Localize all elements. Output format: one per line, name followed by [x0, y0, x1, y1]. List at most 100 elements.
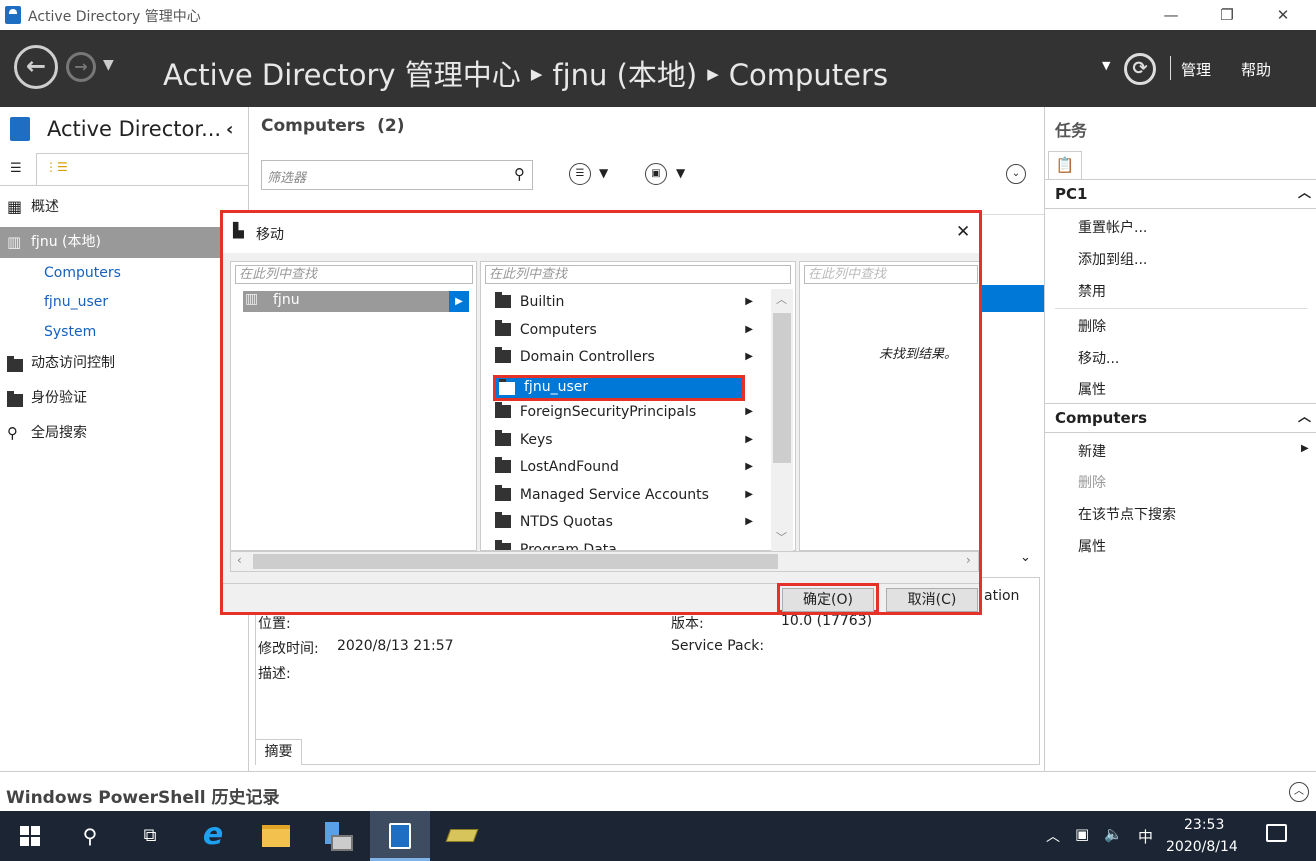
manage-menu[interactable]: 管理: [1181, 59, 1211, 80]
history-dropdown-icon[interactable]: ▼: [103, 57, 114, 73]
task-properties[interactable]: 属性: [1078, 379, 1106, 399]
minimize-button[interactable]: —: [1148, 0, 1194, 30]
task-view-icon[interactable]: ⧉: [120, 811, 180, 861]
refresh-icon[interactable]: ⟳: [1124, 53, 1156, 85]
task-move[interactable]: 移动...: [1078, 348, 1119, 368]
start-button[interactable]: [0, 811, 60, 861]
breadcrumb-domain[interactable]: fjnu (本地): [552, 58, 697, 92]
scroll-left-icon[interactable]: ‹: [237, 553, 242, 567]
nav-item-system[interactable]: System: [0, 317, 248, 347]
expand-arrow-icon[interactable]: ▶: [745, 317, 753, 343]
search-icon[interactable]: ⚲: [60, 811, 120, 861]
list-options-dropdown-icon[interactable]: ▼: [599, 166, 608, 180]
task-properties[interactable]: 属性: [1078, 536, 1106, 556]
notification-center-icon[interactable]: [1266, 824, 1287, 842]
scroll-right-icon[interactable]: ›: [966, 553, 971, 567]
folder-computers[interactable]: Computers ▶: [495, 317, 765, 343]
tree-view-tab[interactable]: ⋮☰: [36, 153, 248, 185]
column-1-item-fjnu[interactable]: ▥ fjnu ▶: [243, 291, 469, 312]
expand-arrow-icon[interactable]: ▶: [745, 509, 753, 535]
scroll-up-icon[interactable]: ︿: [776, 291, 787, 307]
scrollbar-thumb[interactable]: [773, 313, 791, 463]
expand-arrow-icon[interactable]: ▶: [745, 289, 753, 315]
task-search-under-node[interactable]: 在该节点下搜索: [1078, 504, 1176, 524]
dialog-horizontal-scrollbar[interactable]: ‹ ›: [230, 551, 979, 572]
expand-up-icon[interactable]: ︿: [1289, 782, 1309, 802]
close-button[interactable]: ✕: [1260, 0, 1306, 30]
column-3-search-input[interactable]: 在此列中查找: [804, 265, 978, 284]
section-pc1[interactable]: PC1 ︿: [1045, 179, 1316, 209]
details-collapse-icon[interactable]: ⌄: [1020, 550, 1031, 565]
column-1-search-input[interactable]: 在此列中查找: [235, 265, 473, 284]
folder-lost-and-found[interactable]: LostAndFound ▶: [495, 454, 765, 480]
nav-item-fjnu-user[interactable]: fjnu_user: [0, 287, 248, 317]
expand-arrow-icon[interactable]: ▶: [745, 427, 753, 453]
maximize-button[interactable]: ❐: [1204, 0, 1250, 30]
expand-arrow-icon[interactable]: ▶: [745, 399, 753, 425]
clipboard-icon[interactable]: 📋: [1048, 151, 1082, 179]
back-arrow-icon[interactable]: ←: [14, 45, 58, 89]
tab-summary[interactable]: 摘要: [255, 739, 302, 765]
nav-item-domain[interactable]: ▥ fjnu (本地): [0, 227, 248, 258]
cancel-button[interactable]: 取消(C): [886, 588, 978, 612]
list-view-icon[interactable]: ☰: [10, 161, 22, 176]
list-options-icon[interactable]: ☰: [569, 163, 591, 185]
expand-arrow-icon[interactable]: ▶: [745, 482, 753, 508]
search-icon[interactable]: ⚲: [514, 165, 525, 183]
column-2-scrollbar[interactable]: ︿ ﹀: [771, 289, 793, 552]
show-hidden-icons[interactable]: ︿: [1046, 826, 1060, 846]
clock-date[interactable]: 2020/8/14: [1166, 839, 1238, 855]
expand-arrow-icon[interactable]: ▶: [745, 344, 753, 370]
collapse-pane-icon[interactable]: ‹: [226, 119, 233, 140]
expand-section-icon[interactable]: ⌄: [1006, 164, 1026, 184]
folder-label: Domain Controllers: [519, 349, 655, 365]
folder-fjnu-user-selected[interactable]: fjnu_user: [493, 375, 745, 401]
internet-explorer-icon[interactable]: e: [183, 811, 243, 861]
server-manager-icon[interactable]: [307, 811, 367, 861]
task-disable[interactable]: 禁用: [1078, 281, 1106, 301]
dialog-column-1: 在此列中查找 ▥ fjnu ▶: [230, 261, 477, 551]
nav-item-dynamic-access-control[interactable]: 动态访问控制: [0, 348, 248, 378]
folder-program-data-partial[interactable]: Program Data: [495, 537, 765, 550]
nav-item-computers[interactable]: Computers: [0, 258, 248, 288]
ad-tool-icon[interactable]: [432, 811, 492, 861]
save-query-icon[interactable]: ▣: [645, 163, 667, 185]
scroll-down-icon[interactable]: ﹀: [776, 529, 787, 545]
column-2-search-input[interactable]: 在此列中查找: [485, 265, 791, 284]
details-partial-text: ation: [984, 588, 1020, 604]
expand-arrow-icon[interactable]: ▶: [449, 291, 469, 312]
folder-managed-service-accounts[interactable]: Managed Service Accounts ▶: [495, 482, 765, 508]
breadcrumb-root[interactable]: Active Directory 管理中心: [163, 58, 521, 92]
volume-muted-icon[interactable]: 🔈: [1104, 825, 1123, 843]
powershell-history-bar[interactable]: Windows PowerShell 历史记录 ︿: [0, 771, 1316, 811]
task-reset-account[interactable]: 重置帐户...: [1078, 217, 1147, 237]
folder-builtin[interactable]: Builtin ▶: [495, 289, 765, 315]
file-explorer-icon[interactable]: [245, 811, 305, 861]
network-icon[interactable]: ▣: [1075, 825, 1089, 843]
folder-ntds-quotas[interactable]: NTDS Quotas ▶: [495, 509, 765, 535]
task-add-to-group[interactable]: 添加到组...: [1078, 249, 1147, 269]
folder-foreign-security-principals[interactable]: ForeignSecurityPrincipals ▶: [495, 399, 765, 425]
breadcrumb-current[interactable]: Computers: [729, 58, 888, 92]
ok-button[interactable]: 确定(O): [782, 588, 874, 612]
folder-domain-controllers[interactable]: Domain Controllers ▶: [495, 344, 765, 370]
ad-admin-center-taskbar-icon[interactable]: [370, 811, 430, 861]
expand-arrow-icon[interactable]: ▶: [745, 454, 753, 480]
dialog-close-icon[interactable]: ✕: [956, 222, 970, 242]
task-new[interactable]: 新建: [1078, 441, 1106, 461]
folder-keys[interactable]: Keys ▶: [495, 427, 765, 453]
task-delete[interactable]: 删除: [1078, 316, 1106, 336]
help-menu[interactable]: 帮助: [1241, 59, 1271, 80]
nav-item-overview[interactable]: ▦ 概述: [0, 192, 248, 222]
nav-item-global-search[interactable]: ⚲ 全局搜索: [0, 418, 248, 448]
filter-input[interactable]: 筛选器 ⚲: [261, 160, 533, 190]
selected-row-highlight[interactable]: [982, 285, 1044, 312]
nav-item-authentication[interactable]: 身份验证: [0, 383, 248, 413]
h-scrollbar-thumb[interactable]: [253, 554, 778, 569]
save-query-dropdown-icon[interactable]: ▼: [676, 166, 685, 180]
clock-time[interactable]: 23:53: [1184, 817, 1224, 833]
section-computers[interactable]: Computers ︿: [1045, 403, 1316, 433]
nav-dropdown-icon[interactable]: ▼: [1102, 59, 1110, 72]
ime-indicator[interactable]: 中: [1138, 826, 1153, 847]
forward-arrow-icon[interactable]: →: [66, 52, 96, 82]
